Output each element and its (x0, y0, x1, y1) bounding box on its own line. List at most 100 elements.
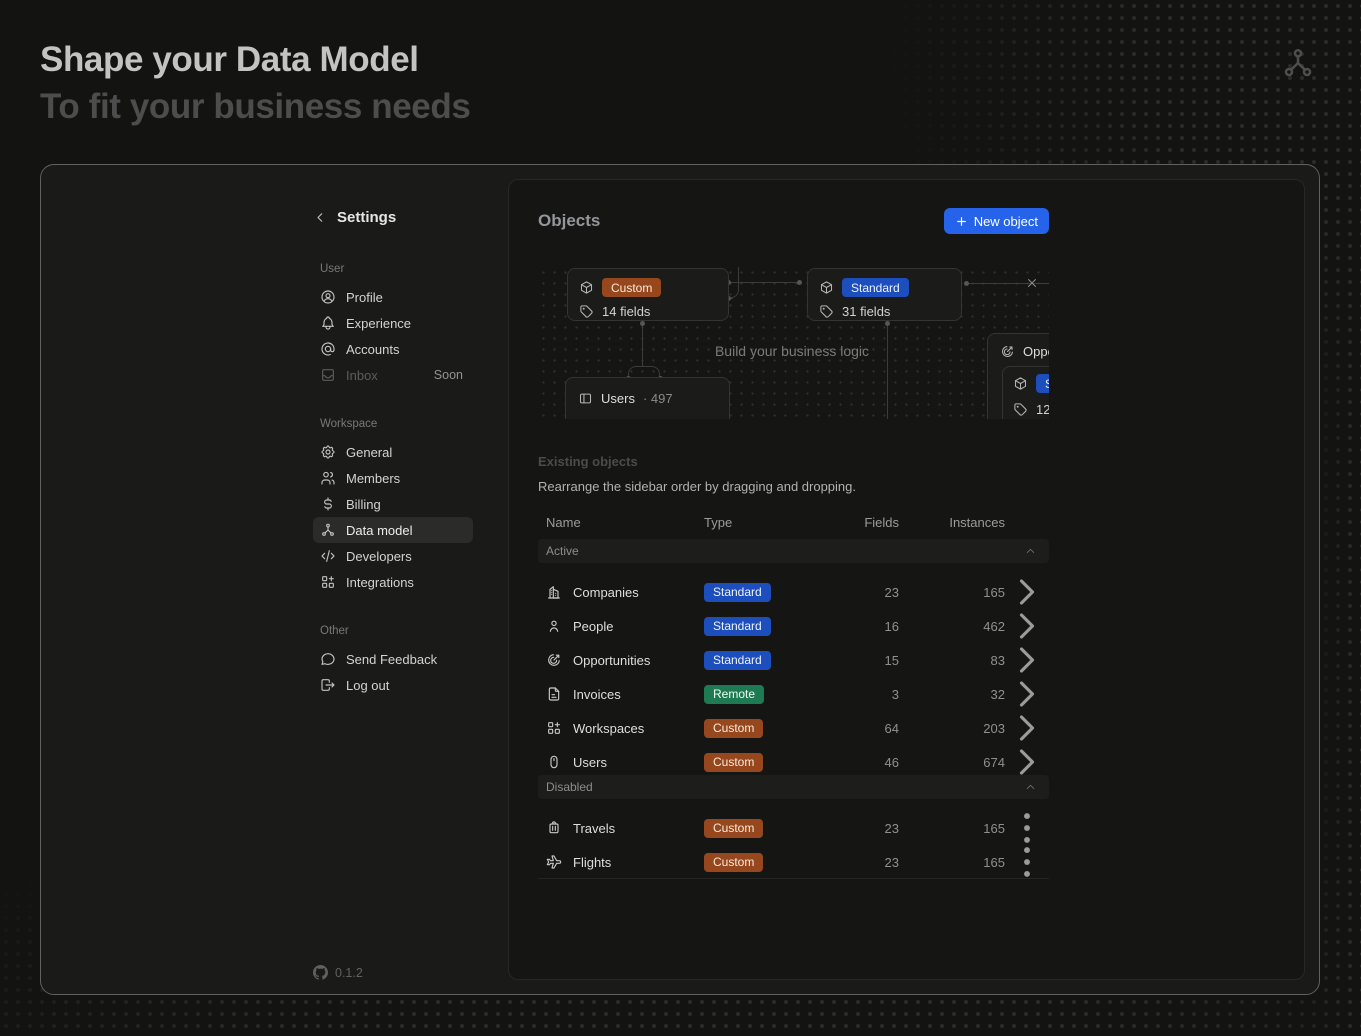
object-type-cell: Custom (704, 719, 834, 738)
field-count: 14 fields (602, 304, 650, 319)
settings-window: Settings User Profile Experience Account… (40, 164, 1320, 995)
object-diagram: Custom 14 fields Standard (538, 267, 1049, 419)
sidebar-item-label: Developers (346, 549, 412, 564)
object-name-cell: Companies (538, 584, 704, 600)
object-row-workspaces[interactable]: Workspaces Custom 64 203 (538, 706, 1049, 740)
existing-objects-subtitle: Rearrange the sidebar order by dragging … (538, 479, 1049, 494)
fields-count: 23 (834, 585, 899, 600)
diagram-card-custom[interactable]: Custom 14 fields (567, 268, 729, 321)
tag-icon (1013, 402, 1028, 417)
sidebar-item-label: Data model (346, 523, 412, 538)
object-name: Opportunities (1023, 344, 1049, 359)
connector-dot (964, 281, 969, 286)
instances-count: 462 (899, 619, 1005, 634)
object-type-cell: Remote (704, 685, 834, 704)
sidebar-item-general[interactable]: General (313, 439, 473, 465)
objects-title: Objects (538, 211, 600, 231)
sidebar-item-data-model[interactable]: Data model (313, 517, 473, 543)
type-badge: Standard (704, 651, 771, 670)
sidebar-item-inbox[interactable]: Inbox Soon (313, 362, 473, 388)
sidebar-item-experience[interactable]: Experience (313, 310, 473, 336)
settings-content-panel: Objects New object (508, 179, 1305, 980)
connector-curve (731, 267, 739, 298)
row-open-button[interactable] (1005, 740, 1049, 784)
type-badge: Custom (704, 819, 763, 838)
object-row-travels[interactable]: Travels Custom 23 165 (538, 806, 1049, 840)
sidebar-item-billing[interactable]: Billing (313, 491, 473, 517)
settings-back-button[interactable]: Settings (313, 207, 473, 227)
cube-icon (579, 280, 594, 295)
object-name: Workspaces (573, 721, 644, 736)
object-type-cell: Standard (704, 583, 834, 602)
new-object-button[interactable]: New object (944, 208, 1049, 234)
object-name: Opportunities (573, 653, 650, 668)
sidebar-item-label: Log out (346, 678, 389, 693)
object-row-people[interactable]: People Standard 16 462 (538, 604, 1049, 638)
column-type: Type (704, 515, 834, 530)
person-icon (546, 618, 562, 634)
sidebar-item-profile[interactable]: Profile (313, 284, 473, 310)
type-badge: Custom (704, 853, 763, 872)
sidebar-section-items: General Members Billing Data model Devel… (313, 439, 473, 595)
object-row-companies[interactable]: Companies Standard 23 165 (538, 570, 1049, 604)
group-header-active[interactable]: Active (538, 539, 1049, 563)
object-name: People (573, 619, 613, 634)
sidebar-section-items: Profile Experience Accounts Inbox Soon (313, 284, 473, 388)
sidebar-item-label: Accounts (346, 342, 399, 357)
sidebar-item-accounts[interactable]: Accounts (313, 336, 473, 362)
diagram-card-opportunities[interactable]: Opportunities Standard 12 fields (987, 333, 1049, 419)
fields-count: 23 (834, 821, 899, 836)
instance-count: · 497 (643, 391, 673, 406)
object-row-opportunities[interactable]: Opportunities Standard 15 83 (538, 638, 1049, 672)
sidebar-item-label: Billing (346, 497, 381, 512)
sidebar-item-label: Send Feedback (346, 652, 437, 667)
content-header: Objects New object (538, 208, 1049, 234)
sidebar-item-integrations[interactable]: Integrations (313, 569, 473, 595)
object-name: Users (601, 391, 635, 406)
object-row-users[interactable]: Users Custom 46 674 (538, 740, 1049, 774)
logout-icon (320, 677, 336, 693)
object-row-invoices[interactable]: Invoices Remote 3 32 (538, 672, 1049, 706)
chevron-left-icon (313, 210, 328, 225)
chevron-up-icon (1024, 545, 1037, 558)
object-name-cell: Flights (538, 854, 704, 870)
type-badge: Custom (704, 753, 763, 772)
group-label: Disabled (546, 780, 593, 794)
building-icon (546, 584, 562, 600)
fields-count: 46 (834, 755, 899, 770)
fields-count: 23 (834, 855, 899, 870)
instances-count: 165 (899, 855, 1005, 870)
group-header-disabled[interactable]: Disabled (538, 775, 1049, 799)
x-marker-icon (1025, 276, 1039, 290)
object-name: Travels (573, 821, 615, 836)
opportunity-details: Standard 12 fields (1002, 366, 1049, 419)
column-instances: Instances (899, 515, 1005, 530)
objects-table: Name Type Fields Instances Active Compan… (538, 506, 1049, 879)
connector-line (887, 321, 888, 419)
object-name: Users (573, 755, 607, 770)
sidebar-item-developers[interactable]: Developers (313, 543, 473, 569)
table-groups: Active Companies Standard 23 165 People … (538, 539, 1049, 879)
instances-count: 674 (899, 755, 1005, 770)
object-type-cell: Standard (704, 617, 834, 636)
field-count: 31 fields (842, 304, 890, 319)
diagram-card-standard[interactable]: Standard 31 fields (807, 268, 962, 321)
sidebar-section: User Profile Experience Accounts Inbox S… (313, 263, 473, 388)
cube-icon (1013, 376, 1028, 391)
sidebar-item-members[interactable]: Members (313, 465, 473, 491)
standard-badge: Standard (1036, 374, 1049, 393)
object-row-flights[interactable]: Flights Custom 23 165 (538, 840, 1049, 874)
message-icon (320, 651, 336, 667)
sidebar-item-send-feedback[interactable]: Send Feedback (313, 646, 473, 672)
version-label: 0.1.2 (335, 966, 363, 980)
row-menu-button[interactable] (1005, 840, 1049, 884)
inbox-icon (320, 367, 336, 383)
field-count: 12 fields (1036, 402, 1049, 417)
sidebar-item-log-out[interactable]: Log out (313, 672, 473, 698)
table-group: Active Companies Standard 23 165 People … (538, 539, 1049, 774)
diagram-card-users[interactable]: Users · 497 (565, 377, 730, 419)
table-group: Disabled Travels Custom 23 165 Flights C… (538, 775, 1049, 879)
object-type-cell: Custom (704, 853, 834, 872)
table-header: Name Type Fields Instances (538, 506, 1049, 538)
object-name-cell: Travels (538, 820, 704, 836)
